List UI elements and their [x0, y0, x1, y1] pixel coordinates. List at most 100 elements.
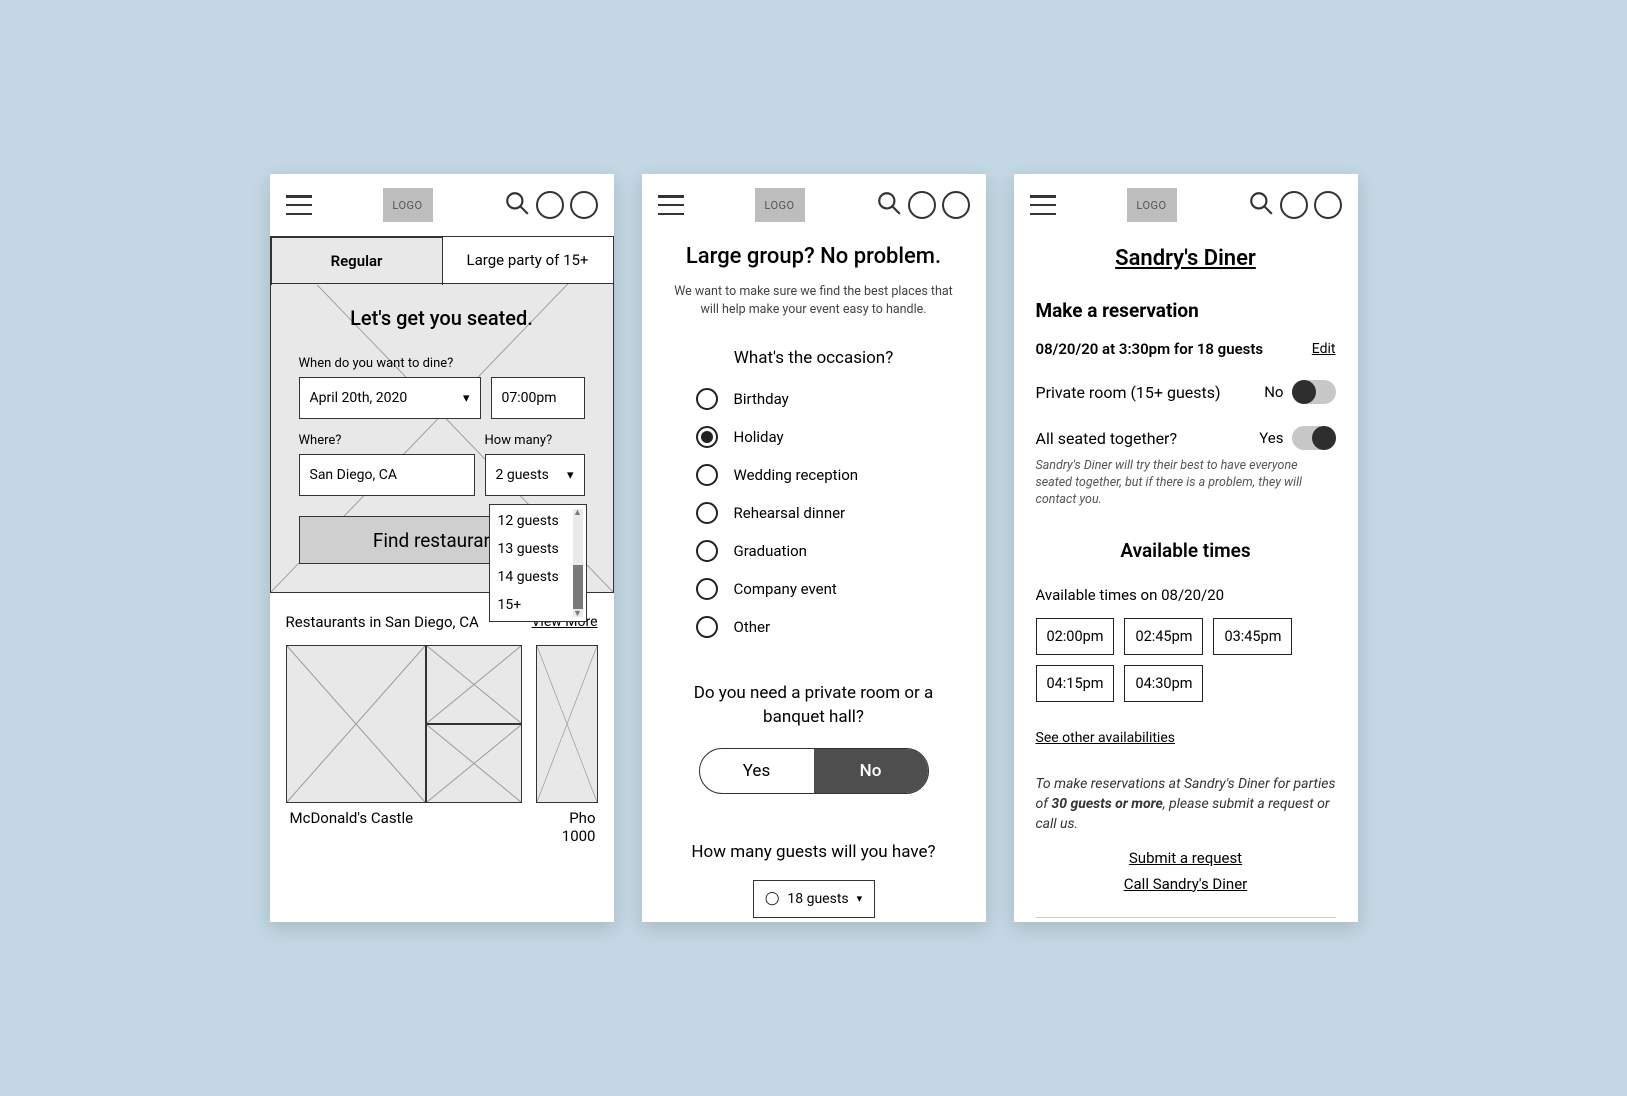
- call-restaurant-link[interactable]: Call Sandry's Diner: [1036, 875, 1336, 893]
- large-group-subtitle: We want to make sure we find the best pl…: [668, 283, 960, 318]
- radio-rehearsal[interactable]: Rehearsal dinner: [696, 502, 846, 524]
- cart-icon[interactable]: [570, 191, 598, 219]
- time-slot-button[interactable]: 03:45pm: [1213, 618, 1292, 655]
- private-room-value: No: [1264, 383, 1283, 401]
- available-times-subheading: Available times on 08/20/20: [1036, 586, 1336, 604]
- guests-value: 2 guests: [496, 467, 549, 483]
- tab-regular[interactable]: Regular: [271, 237, 443, 285]
- howmany-label: How many?: [485, 433, 585, 448]
- radio-label: Company event: [734, 580, 837, 598]
- radio-label: Holiday: [734, 428, 784, 446]
- time-slot-button[interactable]: 04:30pm: [1124, 665, 1203, 702]
- guest-count-select[interactable]: ◯ 18 guests ▾: [753, 880, 875, 918]
- radio-icon: [696, 426, 718, 448]
- app-header: LOGO: [1014, 174, 1358, 236]
- search-icon[interactable]: [1248, 190, 1274, 220]
- time-slot-button[interactable]: 04:15pm: [1036, 665, 1115, 702]
- cart-icon[interactable]: [942, 191, 970, 219]
- tab-large-party[interactable]: Large party of 15+: [443, 237, 613, 283]
- logo-placeholder: LOGO: [1127, 188, 1177, 222]
- restaurant-name: McDonald's Castle: [286, 809, 522, 827]
- radio-other[interactable]: Other: [696, 616, 771, 638]
- app-header: LOGO: [270, 174, 614, 236]
- restaurant-card[interactable]: McDonald's Castle: [286, 645, 522, 845]
- chevron-down-icon: ▾: [463, 391, 470, 406]
- time-select[interactable]: 07:00pm: [491, 377, 585, 419]
- dropdown-option[interactable]: 12 guests: [498, 513, 578, 529]
- private-yes-button[interactable]: Yes: [700, 749, 814, 793]
- private-room-toggle[interactable]: [1292, 380, 1336, 404]
- radio-wedding[interactable]: Wedding reception: [696, 464, 859, 486]
- private-room-toggle: Yes No: [699, 748, 929, 794]
- large-group-title: Large group? No problem.: [668, 244, 960, 269]
- scroll-down-icon[interactable]: ▼: [573, 608, 583, 619]
- guests-select[interactable]: 2 guests ▾: [485, 454, 585, 496]
- screen-home: LOGO Regular Large party of 15+ Let's ge…: [270, 174, 614, 922]
- large-party-note: To make reservations at Sandry's Diner f…: [1036, 774, 1336, 835]
- occasion-radio-group: Birthday Holiday Wedding reception Rehea…: [668, 388, 960, 638]
- time-slot-list: 02:00pm 02:45pm 03:45pm 04:15pm 04:30pm: [1036, 618, 1336, 702]
- divider: [1036, 917, 1336, 918]
- radio-company[interactable]: Company event: [696, 578, 837, 600]
- radio-birthday[interactable]: Birthday: [696, 388, 789, 410]
- radio-graduation[interactable]: Graduation: [696, 540, 807, 562]
- dropdown-option[interactable]: 15+: [498, 597, 578, 613]
- header-actions: [876, 190, 970, 220]
- seated-together-value: Yes: [1259, 429, 1283, 447]
- cart-icon[interactable]: [1314, 191, 1342, 219]
- see-other-availabilities-link[interactable]: See other availabilities: [1036, 730, 1176, 746]
- image-placeholder: [426, 724, 522, 803]
- time-slot-button[interactable]: 02:45pm: [1124, 618, 1203, 655]
- menu-icon[interactable]: [658, 195, 684, 215]
- seated-together-toggle[interactable]: [1292, 426, 1336, 450]
- occasion-question: What's the occasion?: [668, 348, 960, 368]
- time-slot-button[interactable]: 02:00pm: [1036, 618, 1115, 655]
- date-value: April 20th, 2020: [310, 390, 408, 406]
- location-input[interactable]: San Diego, CA: [299, 454, 475, 496]
- guest-count-value: 18 guests: [787, 891, 848, 907]
- logo-placeholder: LOGO: [755, 188, 805, 222]
- restaurant-name: Pho 1000: [536, 809, 598, 845]
- radio-icon: [696, 616, 718, 638]
- account-icon[interactable]: [536, 191, 564, 219]
- search-icon[interactable]: [504, 190, 530, 220]
- submit-request-link[interactable]: Submit a request: [1036, 849, 1336, 867]
- search-icon[interactable]: [876, 190, 902, 220]
- date-select[interactable]: April 20th, 2020 ▾: [299, 377, 481, 419]
- restaurant-card[interactable]: Pho 1000: [536, 645, 598, 845]
- radio-label: Rehearsal dinner: [734, 504, 846, 522]
- restaurant-title-link[interactable]: Sandry's Diner: [1036, 246, 1336, 271]
- logo-placeholder: LOGO: [383, 188, 433, 222]
- screen-reservation: LOGO Sandry's Diner Make a reservation 0…: [1014, 174, 1358, 922]
- results-section: Restaurants in San Diego, CA View More: [270, 593, 614, 865]
- scrollbar-thumb[interactable]: [573, 565, 583, 609]
- app-header: LOGO: [642, 174, 986, 236]
- radio-icon: [696, 464, 718, 486]
- radio-label: Birthday: [734, 390, 789, 408]
- radio-icon: [696, 578, 718, 600]
- dropdown-option[interactable]: 13 guests: [498, 541, 578, 557]
- available-times-heading: Available times: [1036, 539, 1336, 562]
- guests-dropdown-open: 12 guests 13 guests 14 guests 15+ ▲ ▼: [489, 504, 587, 622]
- private-no-button[interactable]: No: [814, 749, 928, 793]
- edit-link[interactable]: Edit: [1312, 341, 1336, 357]
- radio-icon: [696, 502, 718, 524]
- scroll-up-icon[interactable]: ▲: [573, 507, 583, 518]
- menu-icon[interactable]: [1030, 195, 1056, 215]
- seated-together-note: Sandry's Diner will try their best to ha…: [1036, 458, 1336, 509]
- image-placeholder: [536, 645, 598, 803]
- header-actions: [1248, 190, 1342, 220]
- seated-together-label: All seated together?: [1036, 429, 1178, 448]
- radio-icon: [696, 388, 718, 410]
- chevron-down-icon: ▾: [567, 468, 574, 483]
- menu-icon[interactable]: [286, 195, 312, 215]
- account-icon[interactable]: [908, 191, 936, 219]
- private-room-question: Do you need a private room or a banquet …: [668, 682, 960, 730]
- chevron-down-icon: ▾: [857, 892, 863, 905]
- radio-holiday[interactable]: Holiday: [696, 426, 784, 448]
- radio-label: Other: [734, 618, 771, 636]
- account-icon[interactable]: [1280, 191, 1308, 219]
- reservation-summary: 08/20/20 at 3:30pm for 18 guests: [1036, 340, 1264, 358]
- dropdown-option[interactable]: 14 guests: [498, 569, 578, 585]
- person-icon: ◯: [765, 891, 780, 906]
